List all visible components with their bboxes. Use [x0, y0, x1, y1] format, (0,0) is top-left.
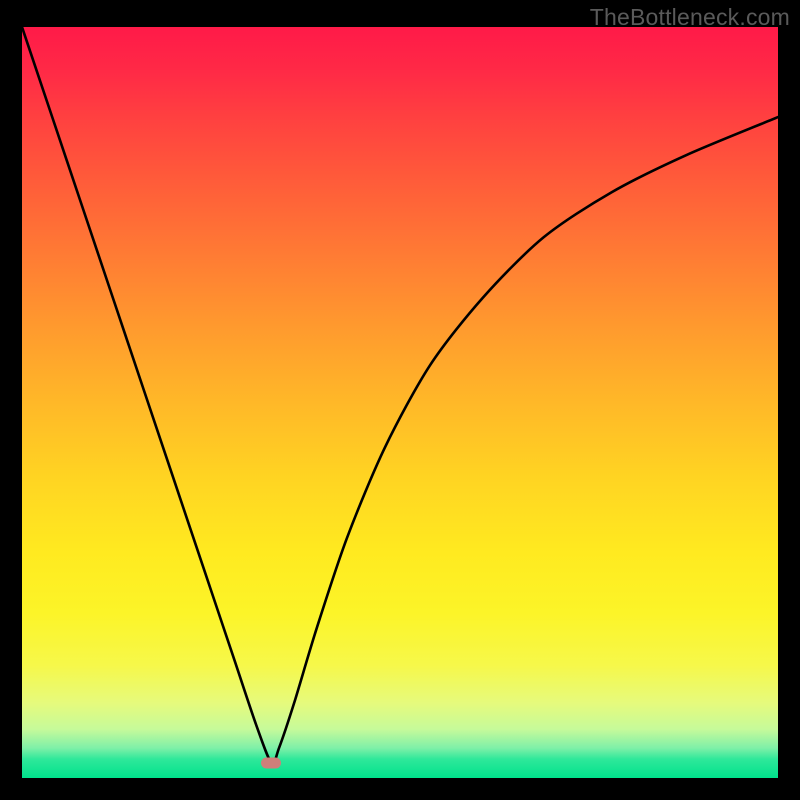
curve-svg	[22, 27, 778, 778]
chart-frame: TheBottleneck.com	[0, 0, 800, 800]
plot-area	[22, 27, 778, 778]
watermark-text: TheBottleneck.com	[590, 4, 790, 31]
bottleneck-curve	[22, 27, 778, 764]
minimum-marker	[261, 757, 281, 768]
